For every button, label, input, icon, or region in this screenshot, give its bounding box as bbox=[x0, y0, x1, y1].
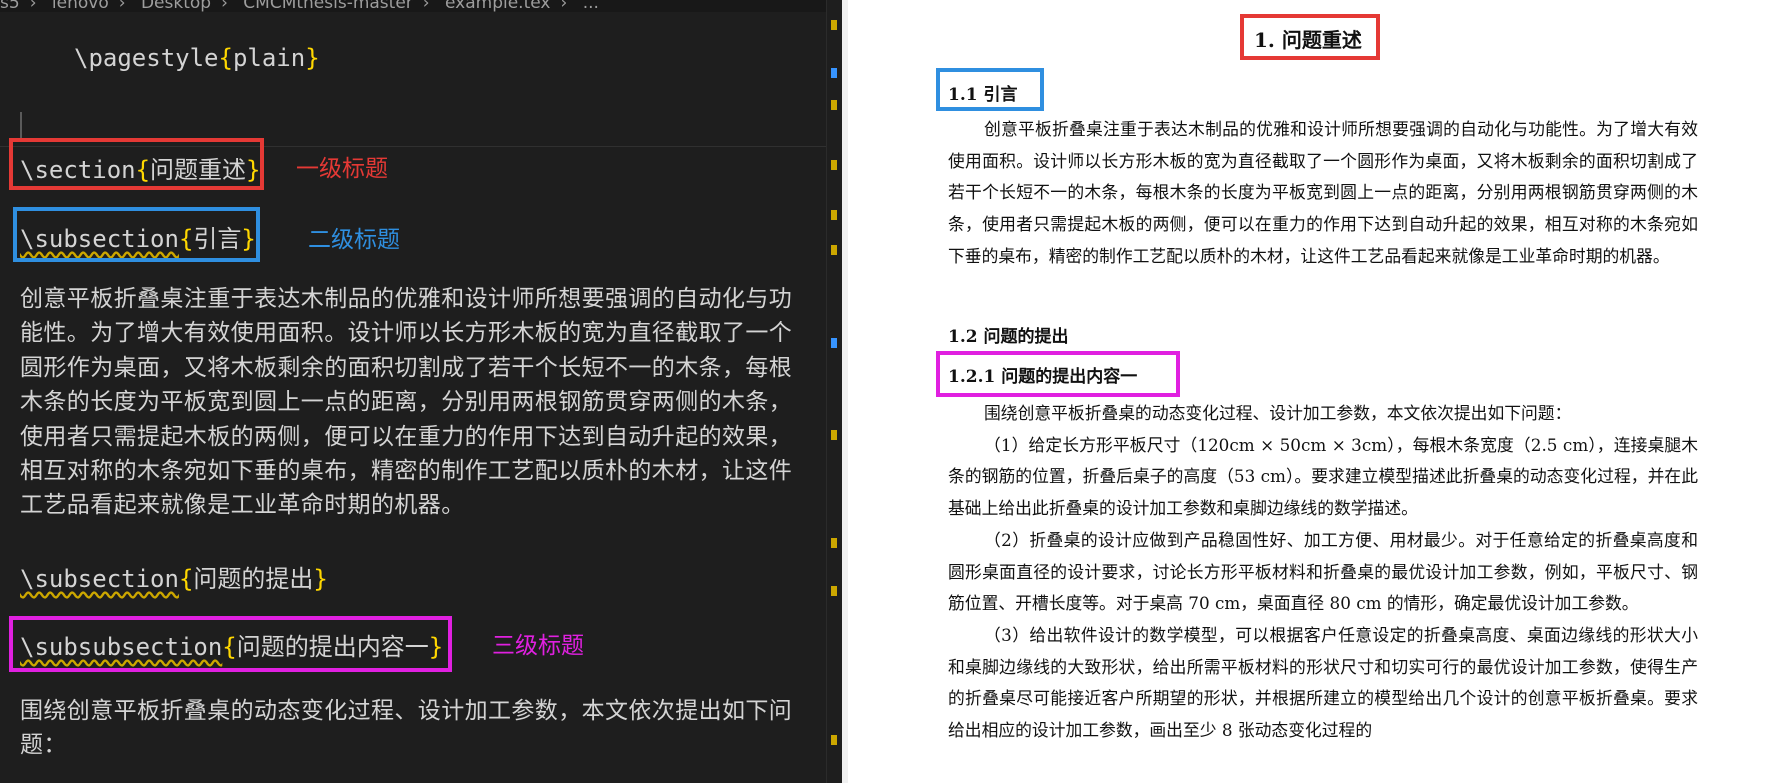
label-level1: 一级标题 bbox=[296, 156, 388, 182]
scroll-marker bbox=[831, 338, 837, 348]
editor-paragraph[interactable]: 创意平板折叠桌注重于表达木制品的优雅和设计师所想要强调的自动化与功能性。为了增大… bbox=[20, 282, 810, 523]
breadcrumb-item[interactable]: Desktop bbox=[141, 0, 211, 12]
highlight-box-magenta bbox=[9, 616, 452, 672]
code-line-pagestyle[interactable]: \pagestyle{plain} bbox=[74, 44, 320, 72]
breadcrumb-item[interactable]: s5 bbox=[0, 0, 20, 12]
scroll-marker bbox=[831, 586, 837, 596]
pdf-highlight-red bbox=[1240, 14, 1380, 60]
scroll-marker bbox=[831, 100, 837, 110]
breadcrumb-item[interactable]: lenovo bbox=[52, 0, 109, 12]
scroll-marker bbox=[831, 160, 837, 170]
breadcrumb-item[interactable]: ... bbox=[583, 0, 599, 12]
pdf-highlight-blue bbox=[936, 68, 1044, 111]
pdf-lead-paragraph: 围绕创意平板折叠桌的动态变化过程、设计加工参数，本文依次提出如下问题： bbox=[984, 403, 1572, 423]
pdf-question-2: （2）折叠桌的设计应做到产品稳固性好、加工方便、用材最少。对于任意给定的折叠桌高… bbox=[948, 529, 1698, 614]
scroll-marker bbox=[831, 210, 837, 220]
label-level2: 二级标题 bbox=[308, 227, 400, 253]
pdf-question-3: （3）给出软件设计的数学模型，可以根据客户任意设定的折叠桌高度、桌面边缘线的形状… bbox=[948, 624, 1698, 741]
scrollbar[interactable] bbox=[826, 0, 842, 783]
latex-command: \pagestyle bbox=[74, 44, 219, 72]
latex-command: \subsection bbox=[20, 565, 179, 593]
text-cursor bbox=[20, 112, 22, 140]
pdf-subsection2-title: 1.2 问题的提出 bbox=[948, 327, 1069, 347]
pdf-preview-pane[interactable]: 1. 问题重述 1.1 引言 创意平板折叠桌注重于表达木制品的优雅和设计师所想要… bbox=[842, 0, 1766, 783]
scroll-marker bbox=[831, 68, 837, 78]
editor-paragraph-2[interactable]: 围绕创意平板折叠桌的动态变化过程、设计加工参数，本文依次提出如下问题： bbox=[20, 694, 810, 763]
latex-argument: plain bbox=[232, 44, 306, 72]
pdf-question-1: （1）给定长方形平板尺寸（120cm × 50cm × 3cm），每根木条宽度（… bbox=[948, 434, 1698, 519]
scroll-marker bbox=[831, 538, 837, 548]
breadcrumb-item[interactable]: CMCMthesis-master bbox=[243, 0, 413, 12]
pdf-questions: 围绕创意平板折叠桌的动态变化过程、设计加工参数，本文依次提出如下问题： （1）给… bbox=[948, 398, 1698, 747]
latex-argument: 问题的提出 bbox=[193, 565, 314, 593]
label-level3: 三级标题 bbox=[492, 633, 584, 659]
scroll-marker bbox=[831, 430, 837, 440]
editor-pane[interactable]: s5 › lenovo › Desktop › CMCMthesis-master › … bbox=[0, 0, 842, 783]
pdf-highlight-magenta bbox=[936, 351, 1180, 397]
scroll-marker bbox=[831, 20, 837, 30]
highlight-box-red bbox=[9, 138, 264, 190]
pdf-intro-paragraph: 创意平板折叠桌注重于表达木制品的优雅和设计师所想要强调的自动化与功能性。为了增大… bbox=[948, 119, 1698, 266]
highlight-box-blue bbox=[13, 207, 260, 262]
breadcrumb-item[interactable]: example.tex bbox=[445, 0, 550, 12]
scroll-marker bbox=[831, 245, 837, 255]
code-line-subsection-2[interactable]: \subsection{问题的提出} bbox=[20, 559, 328, 594]
scroll-marker bbox=[831, 735, 837, 745]
breadcrumb[interactable]: s5 › lenovo › Desktop › CMCMthesis-master › … bbox=[0, 0, 842, 12]
